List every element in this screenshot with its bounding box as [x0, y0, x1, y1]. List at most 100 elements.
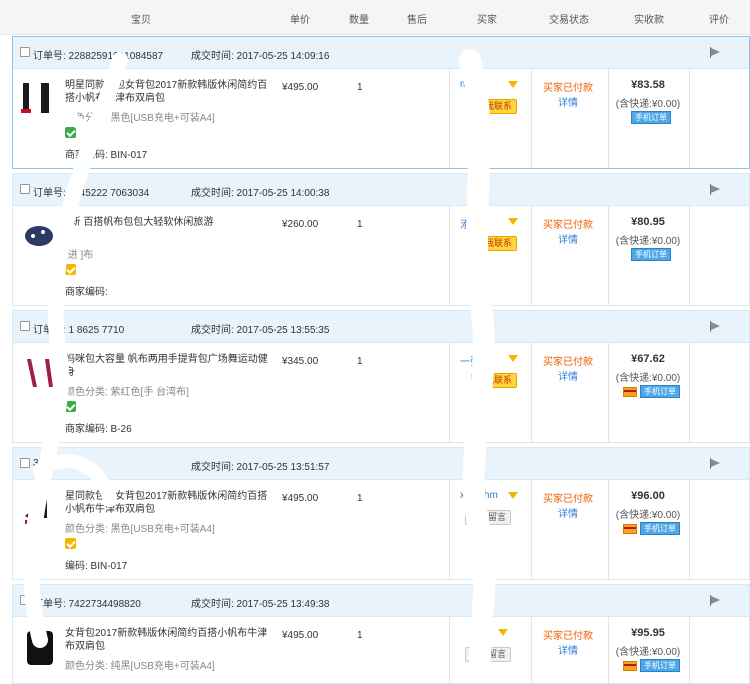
- product-title[interactable]: 女背包2017新款韩版休闲简约百搭小帆布牛津布双肩包: [65, 627, 275, 653]
- product-thumbnail[interactable]: [19, 488, 59, 528]
- order-row: 订单号: 7422734498820 成交时间: 2017-05-25 13:4…: [12, 584, 750, 684]
- message-button[interactable]: 给我留言: [465, 647, 512, 662]
- quantity: 1: [357, 493, 363, 504]
- detail-link[interactable]: 详情: [543, 94, 593, 109]
- trade-status: 买家已付款: [543, 631, 593, 642]
- message-button[interactable]: 给我留言: [465, 510, 512, 525]
- unit-price: ¥495.00: [282, 493, 319, 504]
- contact-button[interactable]: 和我联系: [471, 236, 518, 251]
- filter-icon[interactable]: [508, 355, 518, 362]
- detail-link[interactable]: 详情: [543, 368, 593, 383]
- product-sku: [进 ]布: [65, 250, 94, 261]
- merchant-code: 商家编码: BIN-017: [65, 150, 148, 161]
- order-checkbox[interactable]: [20, 47, 30, 57]
- product-thumbnail[interactable]: [19, 214, 59, 254]
- buyer-name[interactable]: xu uchm: [460, 490, 498, 501]
- order-body: 女背包2017新款韩版休闲简约百搭小帆布牛津布双肩包 颜色分类: 纯黑[USB充…: [13, 617, 749, 683]
- merchant-code: 商家编码: B-26: [65, 424, 132, 435]
- filter-icon[interactable]: [508, 218, 518, 225]
- order-checkbox[interactable]: [20, 184, 30, 194]
- order-row: 316460231 成交时间: 2017-05-25 13:51:57 星同款包…: [12, 447, 750, 580]
- shipping-fee: (含快递:¥0.00): [615, 510, 681, 521]
- order-checkbox[interactable]: [20, 595, 30, 605]
- quantity: 1: [357, 82, 363, 93]
- order-header: 订单号: 7422734498820 成交时间: 2017-05-25 13:4…: [13, 585, 749, 617]
- col-item: 宝贝: [131, 15, 151, 26]
- flag-icon[interactable]: [710, 47, 722, 58]
- order-body: 明星同款包包女背包2017新款韩版休闲简约百搭小帆布牛津布双肩包 颜色分类: 黑…: [13, 69, 749, 168]
- product-thumbnail[interactable]: [19, 351, 59, 391]
- col-buyer: 买家: [477, 15, 497, 26]
- order-header: 订单号: 228825916610845­87 成交时间: 2017-05-25…: [13, 37, 749, 69]
- order-number: 订单号: 1 8625 7710: [33, 325, 125, 336]
- flag-icon[interactable]: [710, 458, 722, 469]
- mobile-order-badge: 手机订单: [640, 522, 680, 535]
- mobile-order-badge: 手机订单: [631, 248, 671, 261]
- card-icon: [623, 524, 637, 534]
- detail-link[interactable]: 详情: [543, 231, 593, 246]
- shipping-fee: (含快递:¥0.00): [615, 99, 681, 110]
- merchant-code: 商家编码:: [65, 287, 108, 298]
- buyer-name[interactable]: ba: [471, 627, 482, 638]
- filter-icon[interactable]: [508, 81, 518, 88]
- col-status: 交易状态: [549, 15, 589, 26]
- product-title[interactable]: 明星同款包包女背包2017新款韩版休闲简约百搭小帆布牛津布双肩包: [65, 79, 275, 105]
- product-sku: 颜色分类: 黑色[USB充电+可装A4]: [65, 113, 215, 124]
- flag-icon[interactable]: [710, 184, 722, 195]
- order-number: 订单号: 7422734498820: [33, 599, 141, 610]
- order-row: 订单号: 228825916610845­87 成交时间: 2017-05-25…: [12, 36, 750, 169]
- buyer-name[interactable]: m: [460, 79, 468, 90]
- col-quantity: 数量: [349, 15, 369, 26]
- order-header: 订单号: 1945222 7063034 成交时间: 2017-05-25 14…: [13, 174, 749, 206]
- order-time: 成交时间: 2017-05-25 14:00:38: [191, 188, 330, 199]
- mobile-order-badge: 手机订单: [631, 111, 671, 124]
- product-title[interactable]: 星同款包包女背包2017新款韩版休闲简约百搭小帆布牛津布双肩包: [65, 490, 275, 516]
- verified-icon: [65, 401, 76, 412]
- unit-price: ¥345.00: [282, 356, 319, 367]
- col-after-sale: 售后: [407, 15, 427, 26]
- paid-amount: ¥83.58: [631, 79, 665, 91]
- order-header: 316460231 成交时间: 2017-05-25 13:51:57: [13, 448, 749, 480]
- product-title[interactable]: 7新 百搭帆布包包大轻软休闲旅游: [65, 216, 275, 229]
- verified-icon: [65, 127, 76, 138]
- product-title[interactable]: 妈咪包大容量 帆布两用手提背包广场舞运动健身: [65, 353, 275, 379]
- verified-icon: [65, 264, 76, 275]
- quantity: 1: [357, 356, 363, 367]
- paid-amount: ¥80.95: [631, 216, 665, 228]
- trade-status: 买家已付款: [543, 83, 593, 94]
- detail-link[interactable]: 详情: [543, 642, 593, 657]
- paid-amount: ¥95.95: [631, 627, 665, 639]
- quantity: 1: [357, 630, 363, 641]
- mobile-order-badge: 手机订单: [640, 659, 680, 672]
- contact-button[interactable]: 和我联系: [471, 99, 518, 114]
- col-paid: 实收款: [634, 15, 664, 26]
- order-checkbox[interactable]: [20, 321, 30, 331]
- flag-icon[interactable]: [710, 321, 722, 332]
- order-number: 订单号: 228825916610845­87: [33, 51, 164, 62]
- order-body: 妈咪包大容量 帆布两用手提背包广场舞运动健身 颜色分类: 紫红色[手 台湾布] …: [13, 343, 749, 442]
- filter-icon[interactable]: [498, 629, 508, 636]
- shipping-fee: (含快递:¥0.00): [615, 373, 681, 384]
- product-thumbnail[interactable]: [19, 625, 59, 665]
- contact-button[interactable]: 和我联系: [471, 373, 518, 388]
- flag-icon[interactable]: [710, 595, 722, 606]
- product-thumbnail[interactable]: [19, 77, 59, 117]
- order-row: 订单号: 1945222 7063034 成交时间: 2017-05-25 14…: [12, 173, 750, 306]
- buyer-name[interactable]: 添贝: [460, 216, 480, 231]
- filter-icon[interactable]: [508, 492, 518, 499]
- unit-price: ¥260.00: [282, 219, 319, 230]
- quantity: 1: [357, 219, 363, 230]
- order-checkbox[interactable]: [20, 458, 30, 468]
- buyer-name[interactable]: 一张 鲸: [460, 353, 493, 368]
- card-icon: [623, 661, 637, 671]
- order-body: 7新 百搭帆布包包大轻软休闲旅游 [进 ]布 商家编码: ¥260.00 1 添…: [13, 206, 749, 305]
- order-header: 订单号: 1 8625 7710 成交时间: 2017-05-25 13:55:…: [13, 311, 749, 343]
- shipping-fee: (含快递:¥0.00): [615, 647, 681, 658]
- order-body: 星同款包包女背包2017新款韩版休闲简约百搭小帆布牛津布双肩包 颜色分类: 黑色…: [13, 480, 749, 579]
- merchant-code: 编码: BIN-017: [65, 561, 128, 572]
- trade-status: 买家已付款: [543, 357, 593, 368]
- detail-link[interactable]: 详情: [543, 505, 593, 520]
- order-number: 订单号: 1945222 7063034: [33, 188, 150, 199]
- order-time: 成交时间: 2017-05-25 14:09:16: [191, 51, 330, 62]
- trade-status: 买家已付款: [543, 494, 593, 505]
